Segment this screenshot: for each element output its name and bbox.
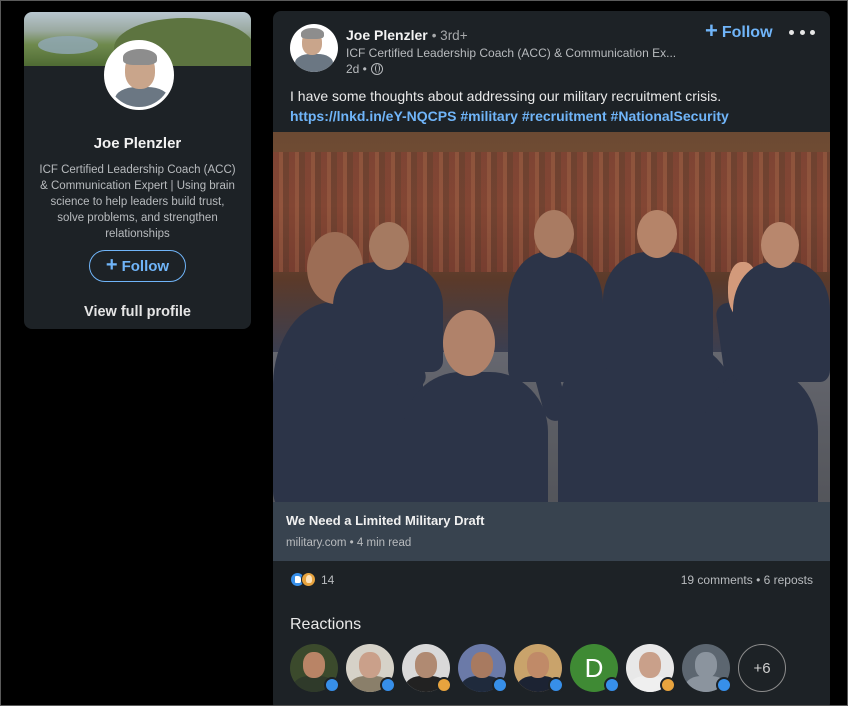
hashtag-national-security[interactable]: #NationalSecurity bbox=[611, 108, 729, 124]
post-age: 2d • bbox=[346, 62, 367, 76]
plus-icon: + bbox=[105, 254, 118, 276]
reactor-avatar[interactable] bbox=[402, 644, 452, 693]
profile-headline: ICF Certified Leadership Coach (ACC) & C… bbox=[39, 164, 236, 240]
post-author-name[interactable]: Joe Plenzler bbox=[346, 27, 428, 43]
reactions-heading: Reactions bbox=[290, 616, 362, 633]
post-text: I have some thoughts about addressing ou… bbox=[290, 86, 820, 126]
reactor-avatar[interactable] bbox=[290, 644, 340, 693]
post-author-headline: ICF Certified Leadership Coach (ACC) & C… bbox=[346, 46, 676, 60]
profile-card: Joe Plenzler ICF Certified Leadership Co… bbox=[24, 12, 251, 329]
link-preview-title: We Need a Limited Military Draft bbox=[286, 513, 485, 528]
like-badge-icon bbox=[716, 677, 732, 693]
post-author-avatar[interactable] bbox=[290, 24, 338, 72]
post-follow-label: Follow bbox=[721, 23, 773, 41]
link-preview-card[interactable]: We Need a Limited Military Draft militar… bbox=[273, 502, 830, 561]
more-options-icon[interactable] bbox=[789, 23, 815, 41]
reactor-list: D +6 bbox=[290, 644, 786, 693]
post-body-text: I have some thoughts about addressing ou… bbox=[290, 88, 722, 104]
plus-icon: + bbox=[705, 18, 718, 43]
view-full-profile-link[interactable]: View full profile bbox=[24, 304, 251, 320]
reactor-avatar[interactable] bbox=[346, 644, 396, 693]
social-counts-row: 14 19 comments • 6 reposts bbox=[290, 571, 813, 591]
post-meta: 2d • bbox=[346, 62, 383, 76]
profile-follow-label: Follow bbox=[121, 257, 170, 275]
reactor-avatar[interactable] bbox=[626, 644, 676, 693]
profile-name[interactable]: Joe Plenzler bbox=[24, 135, 251, 152]
like-badge-icon bbox=[324, 677, 340, 693]
post-image[interactable] bbox=[273, 132, 830, 502]
hashtag-recruitment[interactable]: #recruitment bbox=[522, 108, 607, 124]
post-author-row: Joe Plenzler • 3rd+ bbox=[346, 27, 468, 43]
like-badge-icon bbox=[492, 677, 508, 693]
reactor-avatar[interactable] bbox=[682, 644, 732, 693]
comments-reposts-count[interactable]: 19 comments • 6 reposts bbox=[681, 573, 813, 587]
hashtag-military[interactable]: #military bbox=[460, 108, 518, 124]
post-link[interactable]: https://lnkd.in/eY-NQCPS bbox=[290, 108, 456, 124]
insightful-badge-icon bbox=[436, 677, 452, 693]
link-preview-source: military.com • 4 min read bbox=[286, 537, 412, 549]
reactor-avatar[interactable] bbox=[458, 644, 508, 693]
connection-degree: • 3rd+ bbox=[431, 27, 468, 43]
profile-avatar[interactable] bbox=[104, 40, 174, 110]
reactor-avatar[interactable] bbox=[514, 644, 564, 693]
globe-icon bbox=[370, 63, 383, 75]
reactor-avatar[interactable]: D bbox=[570, 644, 620, 693]
like-badge-icon bbox=[380, 677, 396, 693]
insightful-badge-icon bbox=[660, 677, 676, 693]
like-badge-icon bbox=[548, 677, 564, 693]
feed-post: Joe Plenzler • 3rd+ ICF Certified Leader… bbox=[273, 11, 830, 706]
more-reactors-button[interactable]: +6 bbox=[738, 644, 786, 692]
post-follow-button[interactable]: + Follow bbox=[705, 18, 773, 43]
insightful-reaction-icon[interactable] bbox=[301, 572, 316, 587]
like-badge-icon bbox=[604, 677, 620, 693]
reaction-count[interactable]: 14 bbox=[321, 573, 334, 587]
profile-follow-button[interactable]: + Follow bbox=[89, 250, 186, 282]
